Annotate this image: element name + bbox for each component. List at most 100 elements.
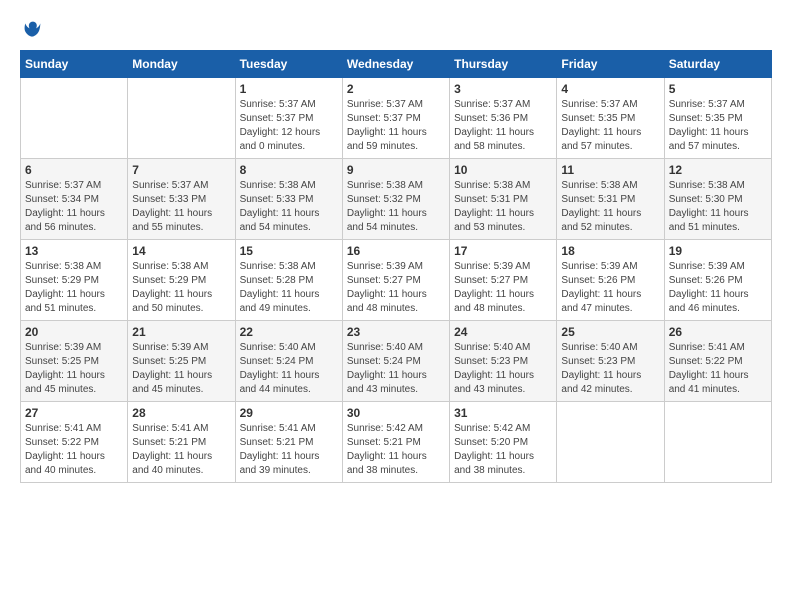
day-info: Sunrise: 5:37 AM Sunset: 5:37 PM Dayligh… [240,98,338,154]
day-number: 9 [347,163,445,177]
week-row-4: 20 Sunrise: 5:39 AM Sunset: 5:25 PM Dayli… [21,321,772,402]
day-number: 18 [561,244,659,258]
day-number: 12 [669,163,767,177]
calendar-cell: 30Sunrise: 5:42 AM Sunset: 5:21 PM Dayli… [342,402,449,483]
day-info: Sunrise: 5:41 AM Sunset: 5:22 PM Dayligh… [25,422,123,478]
week-row-3: 13 Sunrise: 5:38 AM Sunset: 5:29 PM Dayli… [21,240,772,321]
day-info: Sunrise: 5:39 AM Sunset: 5:26 PM Dayligh… [561,260,659,316]
logo-bird-icon [22,20,42,40]
day-info: Sunrise: 5:37 AM Sunset: 5:35 PM Dayligh… [669,98,767,154]
day-number: 8 [240,163,338,177]
day-number: 14 [132,244,230,258]
calendar-cell: 25 Sunrise: 5:40 AM Sunset: 5:23 PM Dayli… [557,321,664,402]
calendar-cell [557,402,664,483]
day-number: 15 [240,244,338,258]
calendar-cell: 27 Sunrise: 5:41 AM Sunset: 5:22 PM Dayli… [21,402,128,483]
day-number: 20 [25,325,123,339]
header-thursday: Thursday [450,51,557,78]
calendar-cell: 10 Sunrise: 5:38 AM Sunset: 5:31 PM Dayli… [450,159,557,240]
week-row-1: 1 Sunrise: 5:37 AM Sunset: 5:37 PM Daylig… [21,78,772,159]
day-number: 1 [240,82,338,96]
header-sunday: Sunday [21,51,128,78]
header-row: SundayMondayTuesdayWednesdayThursdayFrid… [21,51,772,78]
day-info: Sunrise: 5:41 AM Sunset: 5:22 PM Dayligh… [669,341,767,397]
calendar-cell: 23 Sunrise: 5:40 AM Sunset: 5:24 PM Dayli… [342,321,449,402]
day-number: 11 [561,163,659,177]
calendar-cell: 11 Sunrise: 5:38 AM Sunset: 5:31 PM Dayli… [557,159,664,240]
calendar-cell: 4 Sunrise: 5:37 AM Sunset: 5:35 PM Daylig… [557,78,664,159]
day-number: 17 [454,244,552,258]
day-info: Sunrise: 5:39 AM Sunset: 5:26 PM Dayligh… [669,260,767,316]
day-info: Sunrise: 5:37 AM Sunset: 5:34 PM Dayligh… [25,179,123,235]
day-number: 19 [669,244,767,258]
day-info: Sunrise: 5:41 AM Sunset: 5:21 PM Dayligh… [132,422,230,478]
day-number: 27 [25,406,123,420]
header-friday: Friday [557,51,664,78]
day-info: Sunrise: 5:42 AM Sunset: 5:20 PM Dayligh… [454,422,552,478]
calendar-cell: 21 Sunrise: 5:39 AM Sunset: 5:25 PM Dayli… [128,321,235,402]
day-number: 28 [132,406,230,420]
calendar-cell: 13 Sunrise: 5:38 AM Sunset: 5:29 PM Dayli… [21,240,128,321]
calendar-cell: 15Sunrise: 5:38 AM Sunset: 5:28 PM Dayli… [235,240,342,321]
day-info: Sunrise: 5:37 AM Sunset: 5:33 PM Dayligh… [132,179,230,235]
day-info: Sunrise: 5:40 AM Sunset: 5:23 PM Dayligh… [561,341,659,397]
day-info: Sunrise: 5:38 AM Sunset: 5:29 PM Dayligh… [132,260,230,316]
calendar-cell: 14 Sunrise: 5:38 AM Sunset: 5:29 PM Dayli… [128,240,235,321]
day-info: Sunrise: 5:38 AM Sunset: 5:33 PM Dayligh… [240,179,338,235]
calendar-cell: 17 Sunrise: 5:39 AM Sunset: 5:27 PM Dayli… [450,240,557,321]
day-info: Sunrise: 5:39 AM Sunset: 5:25 PM Dayligh… [132,341,230,397]
calendar-header: SundayMondayTuesdayWednesdayThursdayFrid… [21,51,772,78]
day-number: 21 [132,325,230,339]
calendar-cell: 5 Sunrise: 5:37 AM Sunset: 5:35 PM Daylig… [664,78,771,159]
day-info: Sunrise: 5:38 AM Sunset: 5:29 PM Dayligh… [25,260,123,316]
day-number: 16 [347,244,445,258]
day-number: 29 [240,406,338,420]
day-info: Sunrise: 5:38 AM Sunset: 5:31 PM Dayligh… [561,179,659,235]
calendar-cell: 28 Sunrise: 5:41 AM Sunset: 5:21 PM Dayli… [128,402,235,483]
week-row-2: 6Sunrise: 5:37 AM Sunset: 5:34 PM Daylig… [21,159,772,240]
calendar-cell: 3 Sunrise: 5:37 AM Sunset: 5:36 PM Daylig… [450,78,557,159]
calendar-cell [664,402,771,483]
day-number: 4 [561,82,659,96]
calendar-cell: 20 Sunrise: 5:39 AM Sunset: 5:25 PM Dayli… [21,321,128,402]
calendar-cell: 26 Sunrise: 5:41 AM Sunset: 5:22 PM Dayli… [664,321,771,402]
day-info: Sunrise: 5:38 AM Sunset: 5:30 PM Dayligh… [669,179,767,235]
calendar-cell: 29Sunrise: 5:41 AM Sunset: 5:21 PM Dayli… [235,402,342,483]
day-number: 30 [347,406,445,420]
day-number: 5 [669,82,767,96]
calendar-cell: 7 Sunrise: 5:37 AM Sunset: 5:33 PM Daylig… [128,159,235,240]
logo [20,20,42,40]
day-number: 22 [240,325,338,339]
day-info: Sunrise: 5:39 AM Sunset: 5:25 PM Dayligh… [25,341,123,397]
calendar-cell: 31Sunrise: 5:42 AM Sunset: 5:20 PM Dayli… [450,402,557,483]
day-number: 24 [454,325,552,339]
day-number: 10 [454,163,552,177]
day-info: Sunrise: 5:40 AM Sunset: 5:24 PM Dayligh… [240,341,338,397]
day-number: 7 [132,163,230,177]
calendar-cell: 24Sunrise: 5:40 AM Sunset: 5:23 PM Dayli… [450,321,557,402]
header-wednesday: Wednesday [342,51,449,78]
week-row-5: 27 Sunrise: 5:41 AM Sunset: 5:22 PM Dayli… [21,402,772,483]
day-number: 25 [561,325,659,339]
calendar-cell [128,78,235,159]
day-info: Sunrise: 5:38 AM Sunset: 5:31 PM Dayligh… [454,179,552,235]
header-tuesday: Tuesday [235,51,342,78]
day-number: 13 [25,244,123,258]
page-header [20,20,772,40]
day-info: Sunrise: 5:37 AM Sunset: 5:35 PM Dayligh… [561,98,659,154]
calendar-cell: 19 Sunrise: 5:39 AM Sunset: 5:26 PM Dayli… [664,240,771,321]
calendar-cell: 1 Sunrise: 5:37 AM Sunset: 5:37 PM Daylig… [235,78,342,159]
day-number: 26 [669,325,767,339]
day-number: 3 [454,82,552,96]
day-number: 2 [347,82,445,96]
day-info: Sunrise: 5:39 AM Sunset: 5:27 PM Dayligh… [454,260,552,316]
calendar-cell: 12 Sunrise: 5:38 AM Sunset: 5:30 PM Dayli… [664,159,771,240]
calendar-cell [21,78,128,159]
day-info: Sunrise: 5:40 AM Sunset: 5:24 PM Dayligh… [347,341,445,397]
calendar-cell: 6Sunrise: 5:37 AM Sunset: 5:34 PM Daylig… [21,159,128,240]
day-number: 23 [347,325,445,339]
header-monday: Monday [128,51,235,78]
calendar-cell: 16Sunrise: 5:39 AM Sunset: 5:27 PM Dayli… [342,240,449,321]
day-info: Sunrise: 5:37 AM Sunset: 5:36 PM Dayligh… [454,98,552,154]
day-info: Sunrise: 5:37 AM Sunset: 5:37 PM Dayligh… [347,98,445,154]
